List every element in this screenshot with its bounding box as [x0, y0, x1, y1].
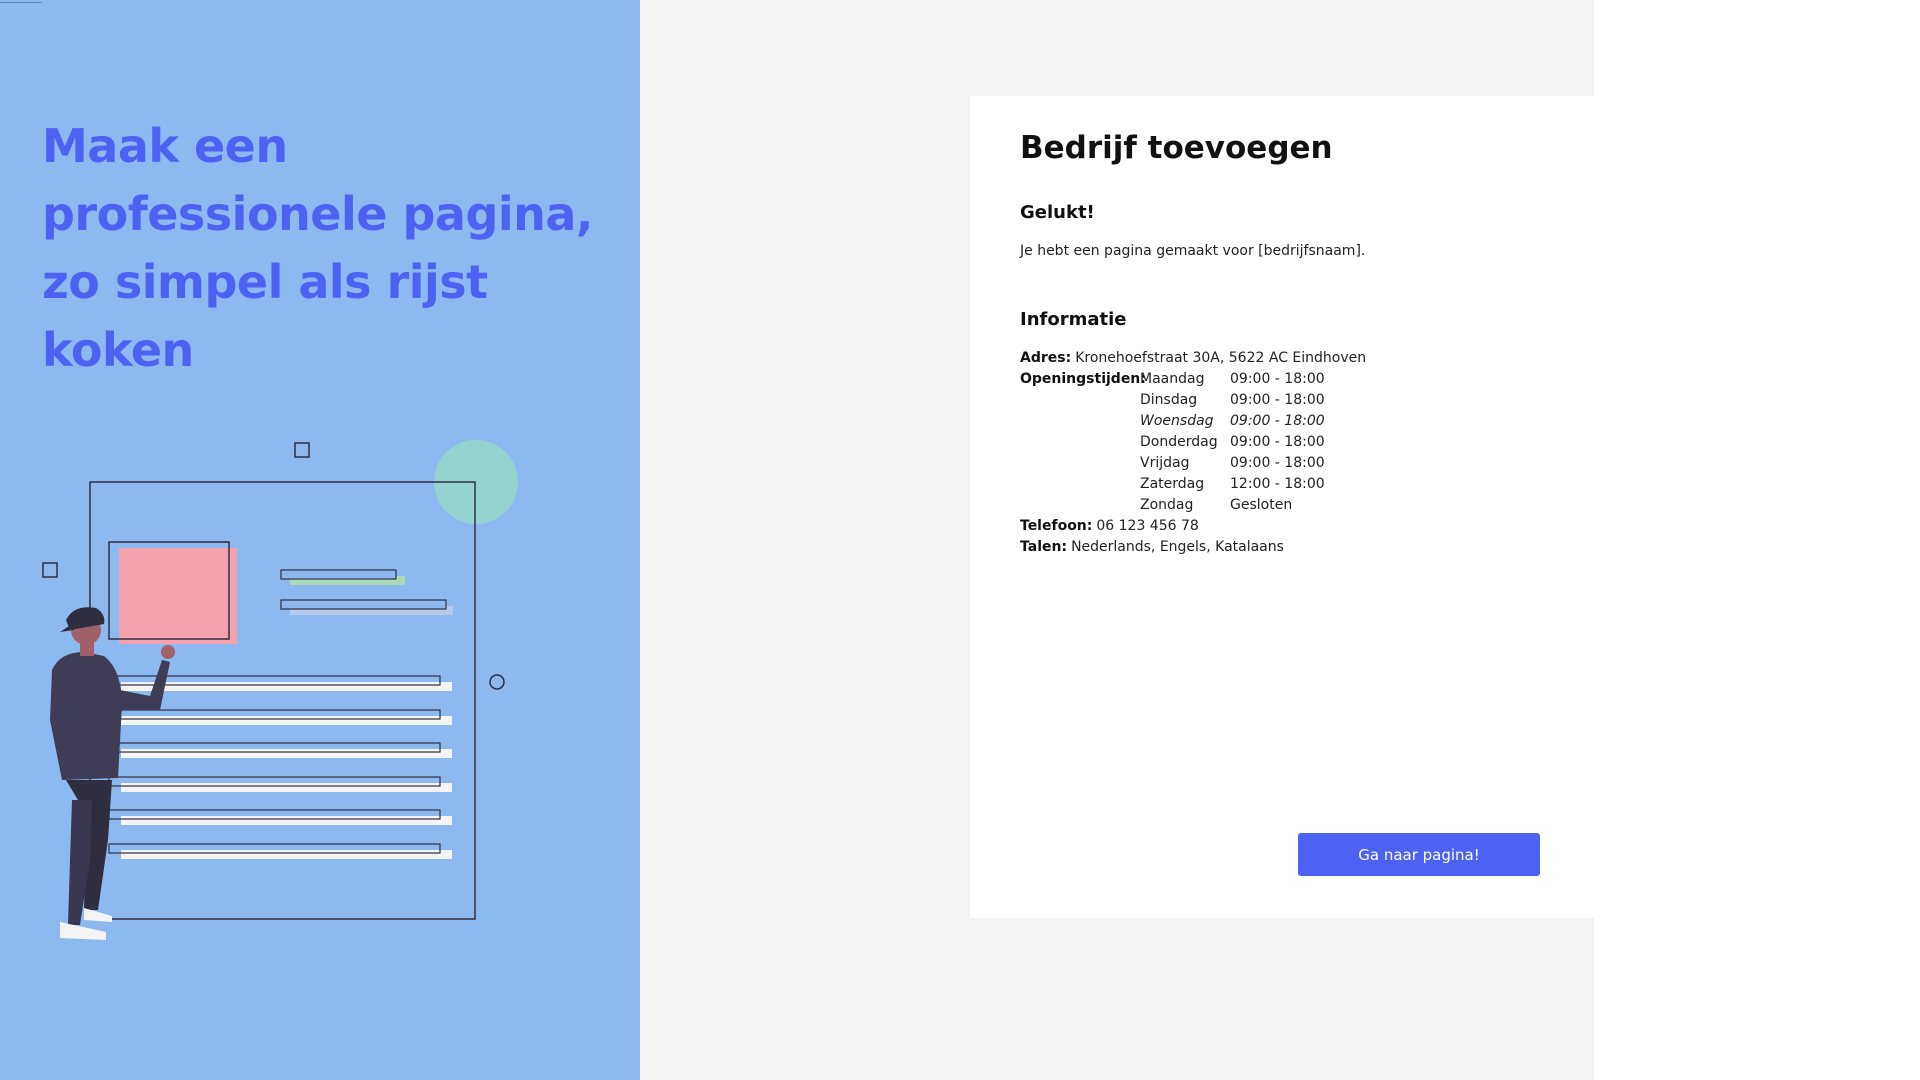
add-company-card: Bedrijf toevoegen Gelukt! Je hebt een pa… — [970, 96, 1594, 918]
info-heading: Informatie — [1020, 309, 1127, 330]
languages-label: Talen: — [1020, 539, 1068, 555]
hours-day: Zondag — [1140, 497, 1194, 513]
address-row: Adres: Kronehoefstraat 30A, 5622 AC Eind… — [1020, 348, 1366, 369]
right-background-strip — [1594, 0, 1920, 1080]
success-heading: Gelukt! — [1020, 202, 1095, 223]
hours-time: 09:00 - 18:00 — [1230, 392, 1325, 408]
go-to-page-button[interactable]: Ga naar pagina! — [1298, 833, 1540, 876]
hours-time: 09:00 - 18:00 — [1230, 413, 1325, 429]
opening-hours-table: Maandag 09:00 - 18:00 Dinsdag 09:00 - 18… — [1140, 369, 1325, 516]
person-building-page-illustration — [42, 440, 518, 940]
left-panel: Maak een professionele pagina, zo simpel… — [0, 0, 640, 1080]
address-value: Kronehoefstraat 30A, 5622 AC Eindhoven — [1075, 350, 1367, 366]
hours-day: Vrijdag — [1140, 455, 1190, 471]
phone-label: Telefoon: — [1020, 518, 1093, 534]
hours-day: Zaterdag — [1140, 476, 1205, 492]
small-circle-shape — [489, 674, 505, 690]
hours-time: Gesloten — [1230, 497, 1293, 513]
hours-day: Donderdag — [1140, 434, 1218, 450]
hero-title: Maak een professionele pagina, zo simpel… — [42, 119, 593, 377]
top-divider-line — [0, 2, 42, 3]
hours-time: 09:00 - 18:00 — [1230, 371, 1325, 387]
small-square-shape-left — [42, 562, 58, 578]
languages-row: Talen: Nederlands, Engels, Katalaans — [1020, 537, 1366, 558]
card-title: Bedrijf toevoegen — [1020, 130, 1333, 166]
address-label: Adres: — [1020, 350, 1072, 366]
subheader-bar — [280, 599, 447, 610]
hours-day: Dinsdag — [1140, 392, 1198, 408]
hours-time: 09:00 - 18:00 — [1230, 434, 1325, 450]
hours-day: Woensdag — [1140, 413, 1214, 429]
hours-time: 09:00 - 18:00 — [1230, 455, 1325, 471]
success-text: Je hebt een pagina gemaakt voor [bedrijf… — [1020, 243, 1366, 259]
info-block: Adres: Kronehoefstraat 30A, 5622 AC Eind… — [1020, 348, 1366, 558]
phone-value: 06 123 456 78 — [1096, 518, 1199, 534]
languages-value: Nederlands, Engels, Katalaans — [1071, 539, 1284, 555]
small-square-shape-top — [294, 442, 310, 458]
opening-hours-label: Openingstijden: — [1020, 371, 1146, 387]
opening-hours: Openingstijden: Maandag 09:00 - 18:00 Di… — [1020, 369, 1366, 516]
hours-day: Maandag — [1140, 371, 1205, 387]
hours-time: 12:00 - 18:00 — [1230, 476, 1325, 492]
phone-row: Telefoon: 06 123 456 78 — [1020, 516, 1366, 537]
pink-image-block — [119, 548, 237, 644]
person-figure — [50, 607, 175, 940]
header-bar — [280, 569, 397, 580]
